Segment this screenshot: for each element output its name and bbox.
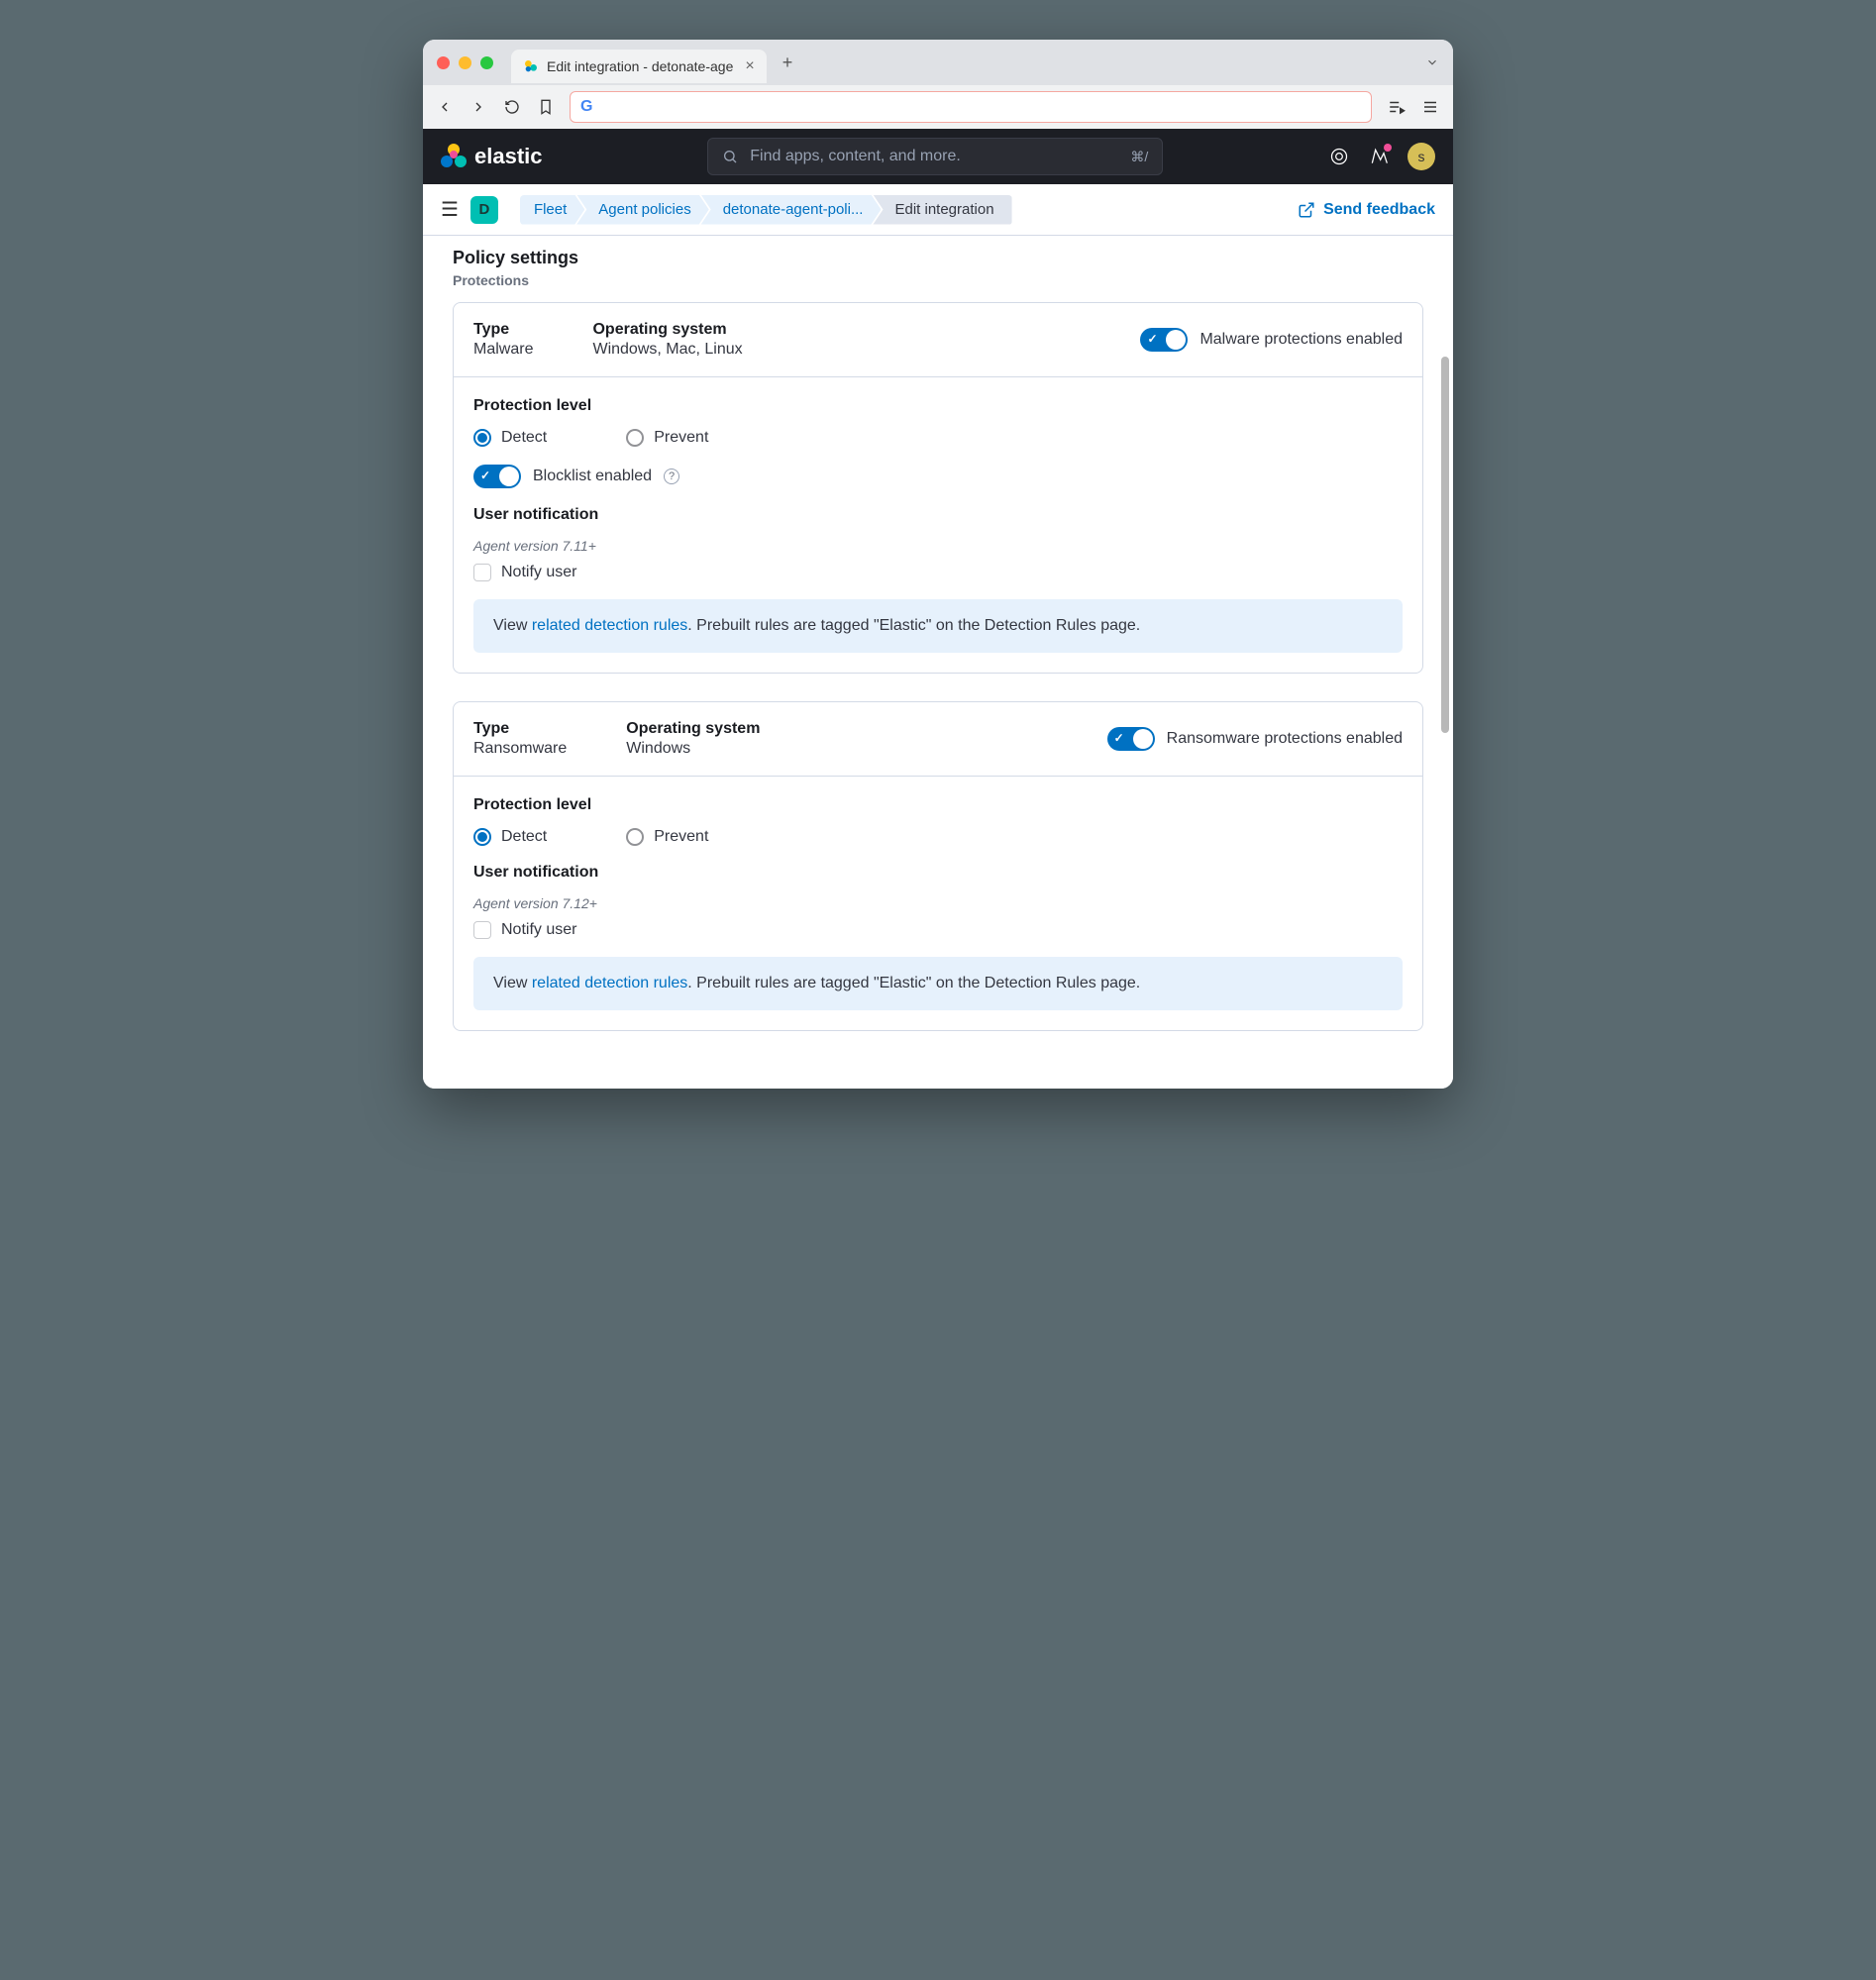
radio-on-icon xyxy=(473,828,491,846)
search-placeholder: Find apps, content, and more. xyxy=(750,148,961,165)
space-selector[interactable]: D xyxy=(470,196,498,224)
user-notification-heading: User notification xyxy=(473,506,1403,524)
ransomware-prevent-radio[interactable]: Prevent xyxy=(626,828,708,846)
window-controls xyxy=(437,56,493,69)
malware-callout: View related detection rules. Prebuilt r… xyxy=(473,599,1403,653)
protection-level-heading: Protection level xyxy=(473,397,1403,415)
help-icon[interactable] xyxy=(1328,146,1350,167)
malware-notify-checkbox-row[interactable]: Notify user xyxy=(473,564,1403,581)
malware-os-value: Windows, Mac, Linux xyxy=(592,341,742,359)
elastic-logo-icon xyxy=(441,144,467,169)
type-label: Type xyxy=(473,720,567,738)
ransomware-card-header: Type Ransomware Operating system Windows… xyxy=(454,702,1422,776)
related-rules-link[interactable]: related detection rules xyxy=(532,975,687,991)
playlist-icon[interactable] xyxy=(1388,98,1406,116)
malware-version-hint: Agent version 7.11+ xyxy=(473,538,1403,554)
ransomware-version-hint: Agent version 7.12+ xyxy=(473,895,1403,911)
reload-button[interactable] xyxy=(504,99,520,115)
scrollbar[interactable] xyxy=(1441,357,1449,733)
notification-dot-icon xyxy=(1384,144,1392,152)
help-tooltip-icon[interactable]: ? xyxy=(664,469,679,484)
ransomware-toggle-label: Ransomware protections enabled xyxy=(1167,730,1403,748)
blocklist-toggle[interactable] xyxy=(473,465,521,488)
malware-detect-radio[interactable]: Detect xyxy=(473,429,547,447)
search-icon xyxy=(722,149,738,164)
sub-header: ☰ D Fleet Agent policies detonate-agent-… xyxy=(423,184,1453,236)
ransomware-os-value: Windows xyxy=(626,740,760,758)
malware-type-value: Malware xyxy=(473,341,533,359)
address-bar[interactable]: G xyxy=(570,91,1372,123)
malware-prevent-radio[interactable]: Prevent xyxy=(626,429,708,447)
ransomware-callout: View related detection rules. Prebuilt r… xyxy=(473,957,1403,1010)
os-label: Operating system xyxy=(626,720,760,738)
global-search[interactable]: Find apps, content, and more. ⌘/ xyxy=(707,138,1163,175)
nav-toggle-button[interactable]: ☰ xyxy=(441,197,459,222)
back-button[interactable] xyxy=(437,99,453,115)
section-label: Protections xyxy=(453,272,1423,288)
maximize-window-button[interactable] xyxy=(480,56,493,69)
malware-card-body: Protection level Detect Prevent Blocklis… xyxy=(454,376,1422,673)
radio-on-icon xyxy=(473,429,491,447)
related-rules-link[interactable]: related detection rules xyxy=(532,617,687,634)
user-avatar[interactable]: s xyxy=(1407,143,1435,170)
protection-level-heading: Protection level xyxy=(473,796,1403,814)
chevron-down-icon[interactable] xyxy=(1425,55,1439,69)
close-window-button[interactable] xyxy=(437,56,450,69)
elastic-favicon-icon xyxy=(523,58,539,74)
checkbox-icon xyxy=(473,564,491,581)
google-icon: G xyxy=(580,98,592,116)
user-notification-heading: User notification xyxy=(473,864,1403,882)
tab-title: Edit integration - detonate-age xyxy=(547,58,733,74)
ransomware-card-body: Protection level Detect Prevent User not… xyxy=(454,776,1422,1030)
search-shortcut: ⌘/ xyxy=(1130,149,1148,165)
radio-off-icon xyxy=(626,429,644,447)
browser-tab[interactable]: Edit integration - detonate-age × xyxy=(511,50,767,83)
malware-toggle-label: Malware protections enabled xyxy=(1199,331,1403,349)
malware-card-header: Type Malware Operating system Windows, M… xyxy=(454,303,1422,376)
brand-text: elastic xyxy=(474,144,543,169)
browser-window: Edit integration - detonate-age × + G el… xyxy=(423,40,1453,1089)
ransomware-type-value: Ransomware xyxy=(473,740,567,758)
nav-controls xyxy=(437,99,554,115)
checkbox-icon xyxy=(473,921,491,939)
toolbar-right xyxy=(1388,98,1439,116)
bookmark-icon[interactable] xyxy=(538,99,554,115)
os-label: Operating system xyxy=(592,321,742,339)
ransomware-card: Type Ransomware Operating system Windows… xyxy=(453,701,1423,1031)
ransomware-notify-checkbox-row[interactable]: Notify user xyxy=(473,921,1403,939)
send-feedback-link[interactable]: Send feedback xyxy=(1298,201,1435,219)
breadcrumb-current: Edit integration xyxy=(873,195,1011,225)
radio-off-icon xyxy=(626,828,644,846)
blocklist-label: Blocklist enabled xyxy=(533,468,652,485)
breadcrumb-fleet[interactable]: Fleet xyxy=(520,195,584,225)
browser-toolbar: G xyxy=(423,85,1453,129)
menu-icon[interactable] xyxy=(1421,98,1439,116)
close-tab-icon[interactable]: × xyxy=(745,57,754,75)
type-label: Type xyxy=(473,321,533,339)
forward-button[interactable] xyxy=(470,99,486,115)
header-actions: s xyxy=(1328,143,1435,170)
app-header: elastic Find apps, content, and more. ⌘/… xyxy=(423,129,1453,184)
malware-card: Type Malware Operating system Windows, M… xyxy=(453,302,1423,674)
ransomware-detect-radio[interactable]: Detect xyxy=(473,828,547,846)
page-title: Policy settings xyxy=(453,248,1423,268)
external-link-icon xyxy=(1298,201,1315,219)
newsfeed-icon[interactable] xyxy=(1368,146,1390,167)
new-tab-button[interactable]: + xyxy=(782,52,793,73)
ransomware-protection-toggle[interactable] xyxy=(1107,727,1155,751)
malware-protection-toggle[interactable] xyxy=(1140,328,1188,352)
breadcrumb-agent-policies[interactable]: Agent policies xyxy=(576,195,708,225)
minimize-window-button[interactable] xyxy=(459,56,471,69)
breadcrumb-policy[interactable]: detonate-agent-poli... xyxy=(701,195,882,225)
elastic-logo[interactable]: elastic xyxy=(441,144,543,169)
breadcrumbs: Fleet Agent policies detonate-agent-poli… xyxy=(510,195,1012,225)
page-content: Policy settings Protections Type Malware… xyxy=(423,236,1453,1089)
browser-titlebar: Edit integration - detonate-age × + xyxy=(423,40,1453,85)
